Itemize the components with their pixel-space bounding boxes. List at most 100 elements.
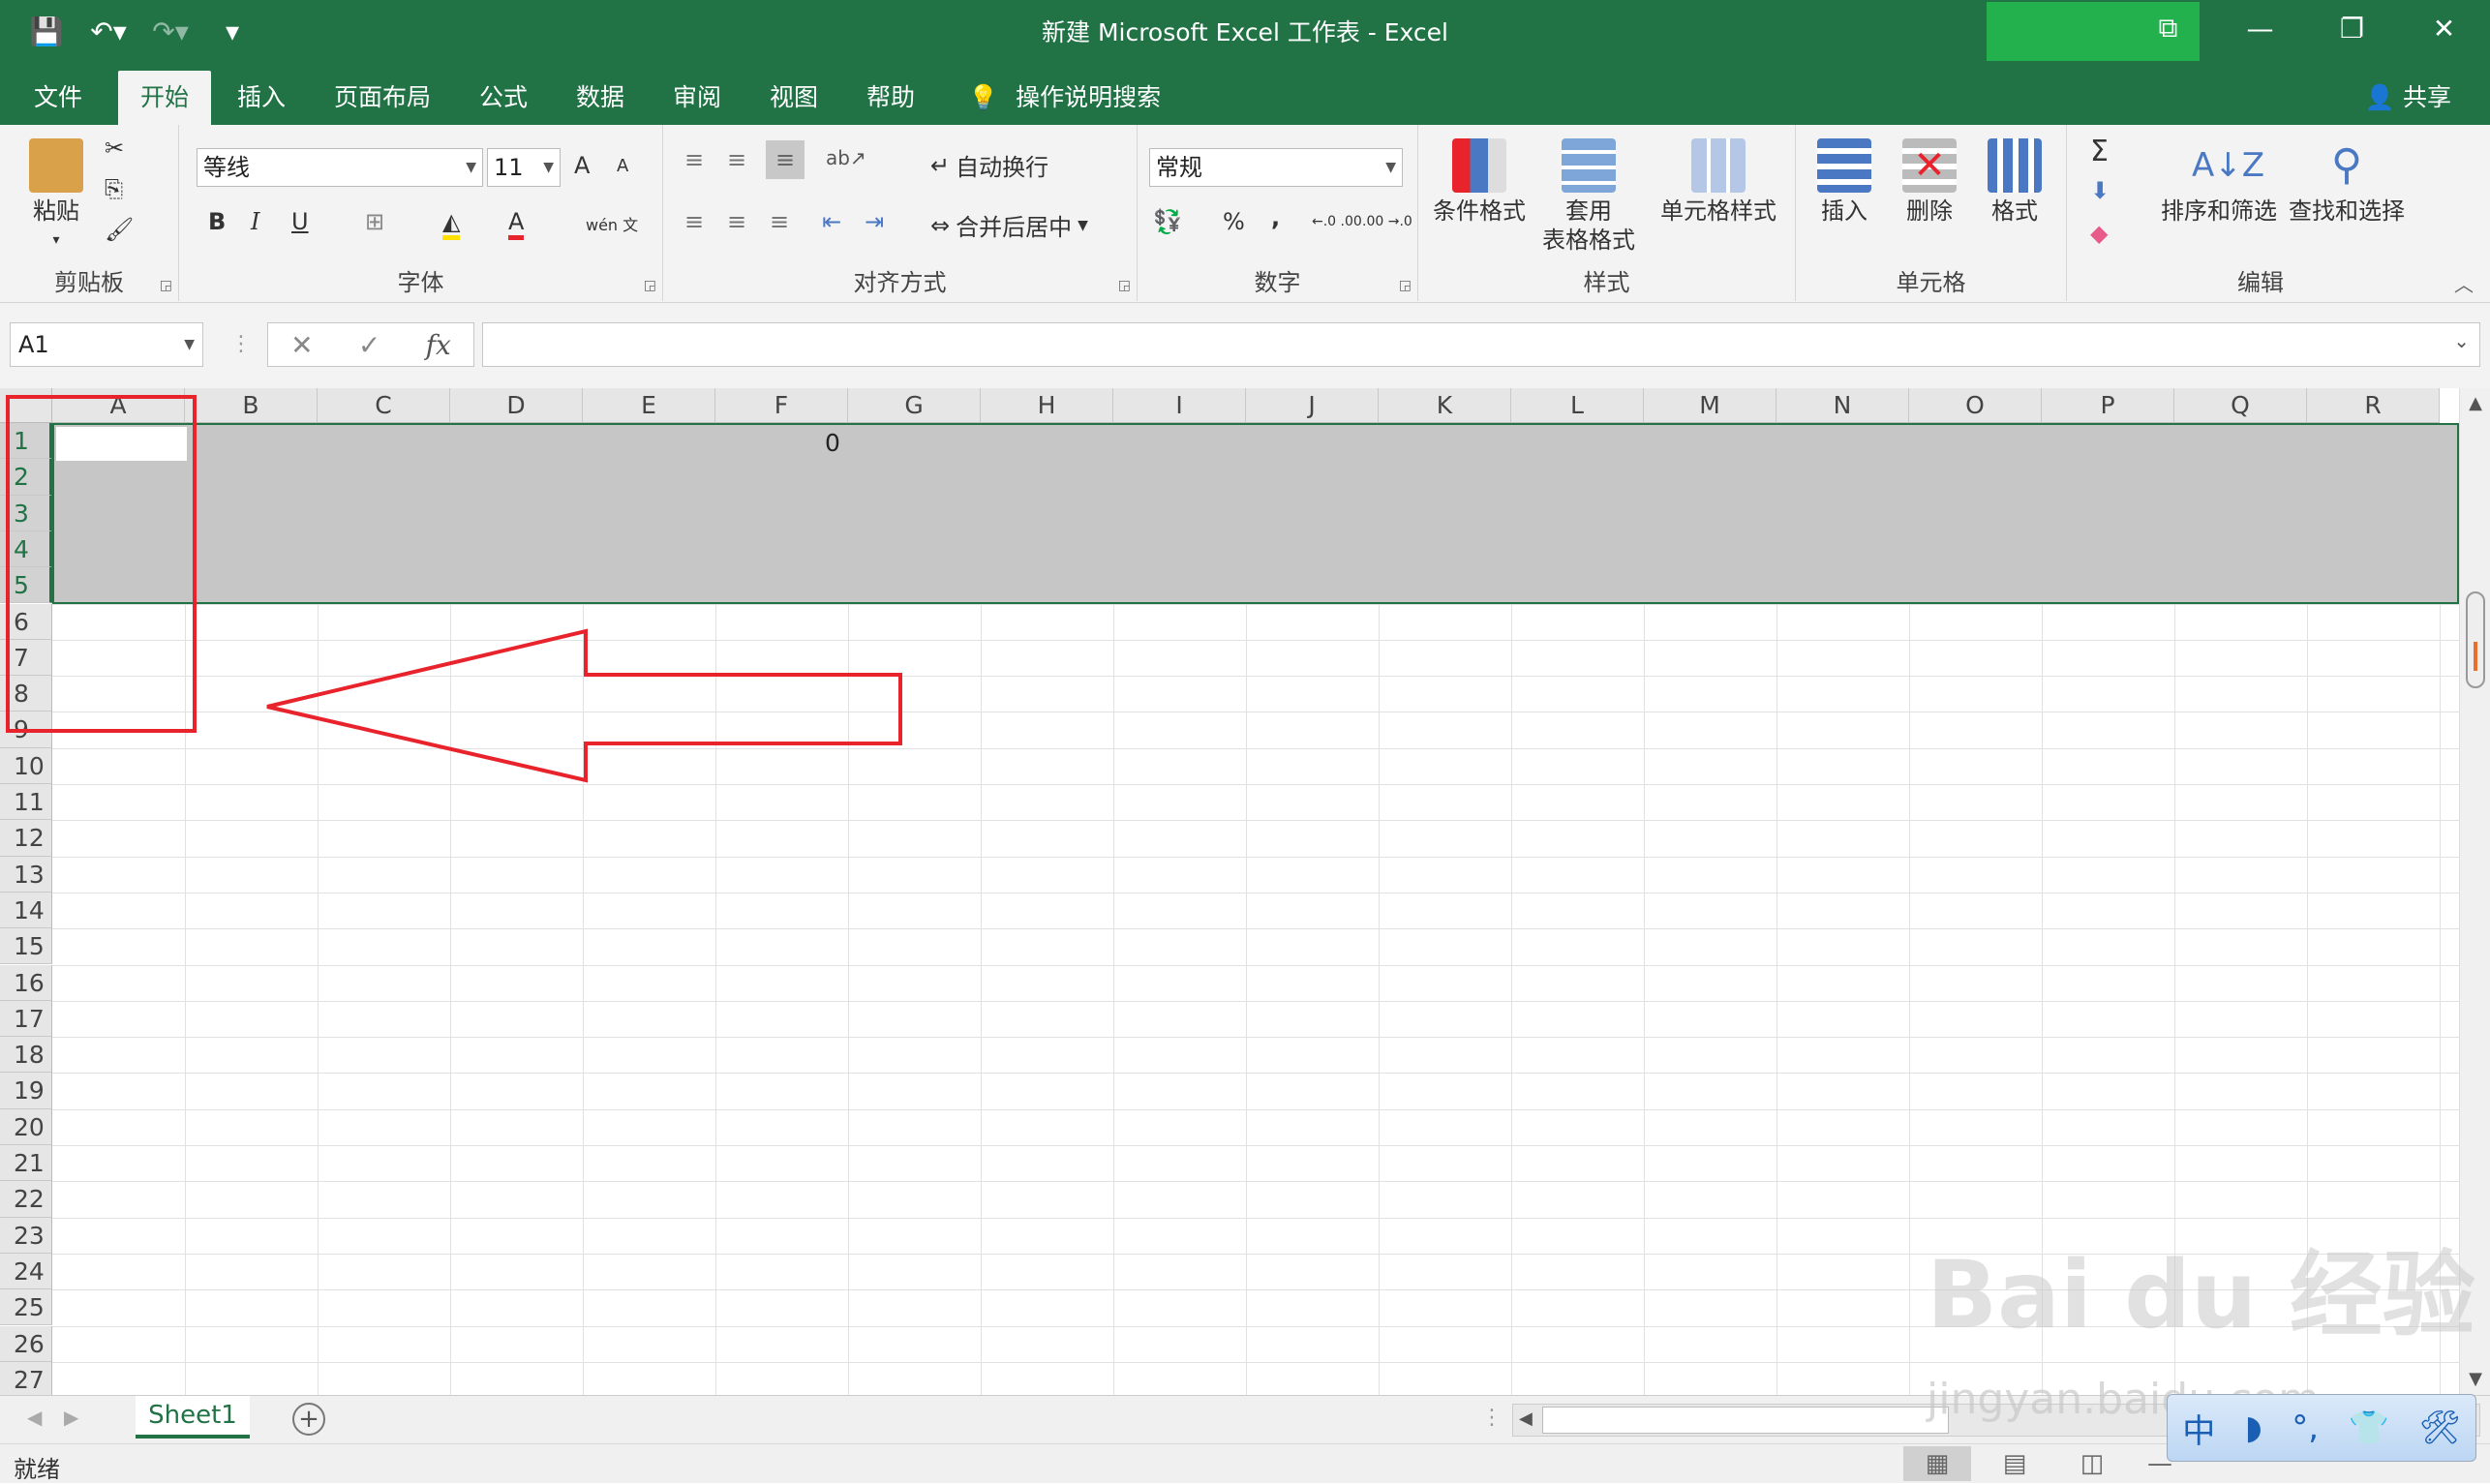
column-header-f[interactable]: F (715, 388, 848, 423)
horizontal-scroll-thumb[interactable] (1542, 1407, 1949, 1434)
vertical-scroll-thumb[interactable] (2466, 591, 2485, 688)
prev-sheet-icon[interactable]: ◀ (27, 1406, 42, 1429)
number-format-select[interactable]: 常规 ▼ (1149, 148, 1403, 187)
restore-button[interactable]: ❐ (2306, 0, 2398, 56)
row-header-4[interactable]: 4 (0, 530, 52, 568)
page-break-view-icon[interactable]: ◫ (2058, 1446, 2126, 1481)
tab-file[interactable]: 文件 (12, 71, 105, 125)
clear-icon[interactable]: ◆ (2090, 220, 2108, 247)
decrease-decimal-button[interactable]: .00 →.0 (1362, 214, 1412, 229)
align-right-icon[interactable]: ≡ (770, 208, 789, 235)
formula-input[interactable]: ⌄ (482, 322, 2480, 367)
row-header-16[interactable]: 16 (0, 964, 52, 1001)
tab-formulas[interactable]: 公式 (457, 71, 550, 125)
selected-rows-range[interactable] (52, 423, 2459, 604)
cell-styles-button[interactable]: 单元格样式 (1649, 138, 1788, 226)
row-header-24[interactable]: 24 (0, 1253, 52, 1290)
sheet-tab-sheet1[interactable]: Sheet1 (136, 1396, 250, 1439)
currency-icon[interactable]: 💱 (1153, 208, 1182, 235)
row-header-1[interactable]: 1 (0, 423, 52, 460)
ribbon-display-icon[interactable]: ⧉ (2122, 0, 2214, 56)
tab-view[interactable]: 视图 (747, 71, 840, 125)
font-family-select[interactable]: 等线 ▼ (197, 148, 483, 187)
scroll-left-icon[interactable]: ◀ (1519, 1408, 1533, 1429)
row-header-15[interactable]: 15 (0, 928, 52, 965)
find-select-button[interactable]: ⚲ 查找和选择 (2284, 138, 2410, 226)
row-header-19[interactable]: 19 (0, 1073, 52, 1109)
ime-toolbar[interactable]: 中 ◗ °, 👕 🛠 (2167, 1394, 2476, 1462)
column-header-h[interactable]: H (981, 388, 1113, 423)
row-header-17[interactable]: 17 (0, 1000, 52, 1038)
tab-help[interactable]: 帮助 (844, 71, 937, 125)
bold-button[interactable]: B (208, 208, 226, 235)
row-header-23[interactable]: 23 (0, 1217, 52, 1254)
row-header-13[interactable]: 13 (0, 856, 52, 893)
row-header-26[interactable]: 26 (0, 1325, 52, 1362)
phonetic-button[interactable]: wén 文 (586, 212, 638, 235)
scroll-down-icon[interactable]: ▼ (2460, 1364, 2490, 1395)
cell-f1[interactable]: 0 (825, 429, 840, 457)
tell-me-search[interactable]: 💡 操作说明搜索 (968, 71, 1161, 125)
increase-decimal-button[interactable]: ←.0 .00 (1312, 214, 1362, 229)
column-header-d[interactable]: D (450, 388, 583, 423)
underline-button[interactable]: U (291, 208, 309, 235)
align-bottom-icon[interactable]: ≡ (766, 140, 805, 179)
dialog-launcher-icon[interactable]: ◲ (1399, 278, 1412, 293)
format-painter-icon[interactable]: 🖌 (105, 216, 134, 243)
increase-indent-icon[interactable]: ⇥ (865, 208, 884, 235)
page-layout-view-icon[interactable]: ▤ (1981, 1446, 2049, 1481)
column-header-o[interactable]: O (1909, 388, 2042, 423)
tab-page-layout[interactable]: 页面布局 (312, 71, 453, 125)
align-center-icon[interactable]: ≡ (727, 208, 746, 235)
active-cell-a1[interactable] (56, 427, 187, 461)
dialog-launcher-icon[interactable]: ◲ (644, 278, 656, 293)
ime-moon-icon[interactable]: ◗ (2245, 1408, 2262, 1447)
close-button[interactable]: ✕ (2398, 0, 2490, 56)
sort-filter-button[interactable]: A↓Z 排序和筛选 (2156, 138, 2282, 226)
cancel-icon[interactable]: ✕ (290, 329, 313, 361)
ime-punct-icon[interactable]: °, (2292, 1408, 2319, 1447)
scroll-up-icon[interactable]: ▲ (2460, 388, 2490, 419)
dialog-launcher-icon[interactable]: ◲ (1118, 278, 1131, 293)
column-header-b[interactable]: B (185, 388, 318, 423)
comma-button[interactable]: , (1271, 204, 1280, 231)
paste-dropdown-icon[interactable]: ▾ (17, 226, 95, 255)
column-header-g[interactable]: G (848, 388, 981, 423)
percent-button[interactable]: % (1223, 208, 1245, 235)
column-header-l[interactable]: L (1511, 388, 1644, 423)
row-header-6[interactable]: 6 (0, 603, 52, 640)
row-header-14[interactable]: 14 (0, 892, 52, 929)
copy-icon[interactable]: ⎘ (105, 175, 123, 202)
format-cells-button[interactable]: 格式 (1974, 138, 2055, 226)
row-header-25[interactable]: 25 (0, 1289, 52, 1326)
column-header-j[interactable]: J (1246, 388, 1379, 423)
tab-data[interactable]: 数据 (554, 71, 647, 125)
tab-home[interactable]: 开始 (118, 71, 212, 125)
expand-formula-icon[interactable]: ⌄ (2453, 329, 2470, 352)
name-box[interactable]: A1 ▼ (10, 322, 203, 367)
column-header-m[interactable]: M (1644, 388, 1776, 423)
italic-button[interactable]: I (251, 208, 259, 235)
next-sheet-icon[interactable]: ▶ (64, 1406, 78, 1429)
column-header-c[interactable]: C (318, 388, 450, 423)
row-header-20[interactable]: 20 (0, 1108, 52, 1145)
paste-button[interactable]: 粘贴 ▾ (17, 138, 95, 255)
row-header-27[interactable]: 27 (0, 1361, 52, 1395)
row-header-18[interactable]: 18 (0, 1037, 52, 1074)
align-left-icon[interactable]: ≡ (684, 208, 704, 235)
select-all-button[interactable] (0, 388, 52, 423)
delete-cells-button[interactable]: ✕ 删除 (1889, 138, 1970, 226)
row-header-2[interactable]: 2 (0, 459, 52, 496)
shrink-font-button[interactable]: A (617, 156, 628, 176)
align-middle-icon[interactable]: ≡ (727, 146, 746, 173)
dialog-launcher-icon[interactable]: ◲ (160, 278, 172, 293)
row-header-11[interactable]: 11 (0, 784, 52, 821)
row-header-21[interactable]: 21 (0, 1145, 52, 1182)
normal-view-icon[interactable]: ▦ (1903, 1446, 1971, 1481)
autosum-icon[interactable]: Σ (2090, 135, 2109, 168)
font-size-select[interactable]: 11 ▼ (487, 148, 561, 187)
column-header-n[interactable]: N (1776, 388, 1909, 423)
row-header-9[interactable]: 9 (0, 712, 52, 748)
minimize-button[interactable]: — (2214, 0, 2306, 56)
ime-skin-icon[interactable]: 👕 (2349, 1408, 2389, 1447)
